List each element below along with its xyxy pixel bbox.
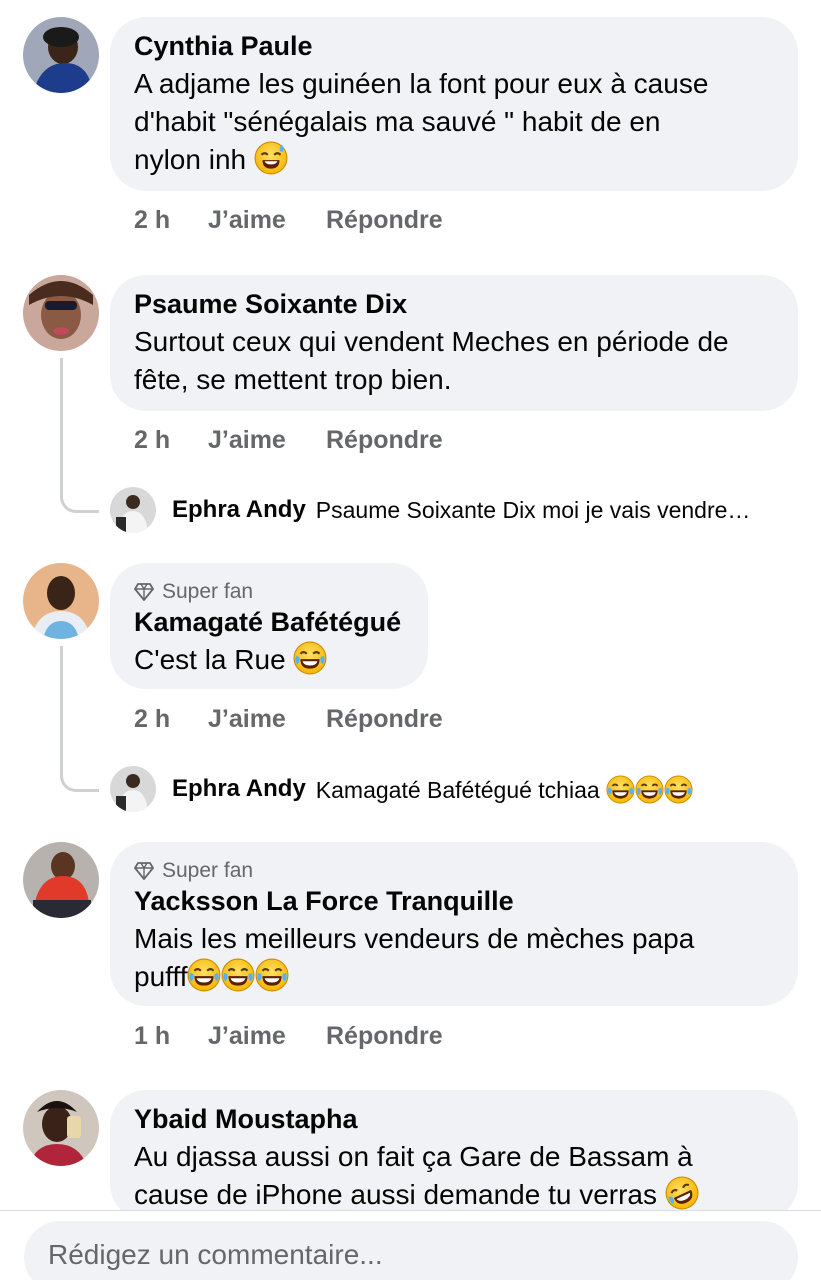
profile-photo-icon: [23, 17, 99, 93]
avatar[interactable]: [23, 275, 99, 351]
comment-text-line: pufff: [134, 961, 188, 992]
avatar[interactable]: [23, 17, 99, 93]
super-fan-badge: Super fan: [134, 858, 774, 884]
thread-line: [60, 358, 99, 513]
comment-text-content: C'est la Rue: [134, 644, 286, 675]
reply-preview[interactable]: Ephra Andy Kamagaté Bafétégué tchiaa: [110, 766, 694, 812]
badge-label: Super fan: [162, 859, 254, 882]
reply-button[interactable]: Répondre: [326, 1019, 443, 1053]
comment-input-placeholder: Rédigez un commentaire...: [48, 1239, 383, 1270]
like-button[interactable]: J’aime: [208, 423, 326, 457]
comment-input[interactable]: Rédigez un commentaire...: [24, 1221, 798, 1280]
reply-text-content: Kamagaté Bafétégué tchiaa: [315, 776, 600, 803]
comment-text: Surtout ceux qui vendent Meches en pério…: [134, 326, 729, 395]
comment-author[interactable]: Cynthia Paule: [134, 29, 774, 63]
comment-text: C'est la Rue: [134, 641, 404, 679]
sweat-smile-emoji-icon: [253, 141, 288, 175]
reply-preview[interactable]: Ephra Andy Psaume Soixante Dix moi je va…: [110, 487, 750, 533]
diamond-icon: [134, 583, 154, 601]
like-button[interactable]: J’aime: [208, 1019, 326, 1053]
comment-actions: 2 h J’aime Répondre: [134, 203, 443, 237]
comment-time[interactable]: 2 h: [134, 423, 208, 457]
tears-of-joy-emoji-icon: [187, 958, 222, 992]
profile-photo-icon: [110, 487, 156, 533]
comment-author[interactable]: Ybaid Moustapha: [134, 1102, 774, 1136]
profile-photo-icon: [23, 275, 99, 351]
like-button[interactable]: J’aime: [208, 203, 326, 237]
comment-bubble: Ybaid Moustapha Au djassa aussi on fait …: [110, 1090, 798, 1220]
tears-of-joy-emoji-icon: [255, 958, 290, 992]
comment-actions: 1 h J’aime Répondre: [134, 1019, 443, 1053]
comment-bubble: Cynthia Paule A adjame les guinéen la fo…: [110, 17, 798, 191]
tears-of-joy-emoji-icon: [635, 774, 665, 804]
like-button[interactable]: J’aime: [208, 702, 326, 736]
avatar[interactable]: [23, 842, 99, 918]
reply-author[interactable]: Ephra Andy: [172, 775, 306, 803]
comment-author[interactable]: Psaume Soixante Dix: [134, 287, 774, 321]
profile-photo-icon: [110, 766, 156, 812]
rofl-emoji-icon: [664, 1176, 699, 1210]
tears-of-joy-emoji-icon: [221, 958, 256, 992]
reply-button[interactable]: Répondre: [326, 702, 443, 736]
avatar[interactable]: [23, 1090, 99, 1166]
super-fan-badge: Super fan: [134, 579, 404, 605]
avatar[interactable]: [110, 487, 156, 533]
comment-time[interactable]: 2 h: [134, 702, 208, 736]
badge-label: Super fan: [162, 580, 254, 603]
reply-author[interactable]: Ephra Andy: [172, 496, 306, 524]
comment-text-line: Mais les meilleurs vendeurs de mèches pa…: [134, 923, 695, 954]
diamond-icon: [134, 862, 154, 880]
reply-button[interactable]: Répondre: [326, 203, 443, 237]
comment-text: Mais les meilleurs vendeurs de mèches pa…: [134, 920, 774, 996]
reply-text: Kamagaté Bafétégué tchiaa: [315, 774, 694, 804]
reply-button[interactable]: Répondre: [326, 423, 443, 457]
comment-time[interactable]: 2 h: [134, 203, 208, 237]
tears-of-joy-emoji-icon: [664, 774, 694, 804]
comment-text: Au djassa aussi on fait ça Gare de Bassa…: [134, 1138, 774, 1214]
comment-time[interactable]: 1 h: [134, 1019, 208, 1053]
comment-text-content: A adjame les guinéen la font pour eux à …: [134, 68, 709, 175]
comment-text-line: cause de iPhone aussi demande tu verras: [134, 1179, 657, 1210]
comment-author[interactable]: Yacksson La Force Tranquille: [134, 884, 774, 918]
reply-text: Psaume Soixante Dix moi je vais vendre…: [315, 496, 751, 523]
comment-author[interactable]: Kamagaté Bafétégué: [134, 605, 404, 639]
comment-actions: 2 h J’aime Répondre: [134, 702, 443, 736]
avatar[interactable]: [110, 766, 156, 812]
profile-photo-icon: [23, 563, 99, 639]
tears-of-joy-emoji-icon: [606, 774, 636, 804]
comment-actions: 2 h J’aime Répondre: [134, 423, 443, 457]
comment-text: A adjame les guinéen la font pour eux à …: [134, 65, 774, 179]
comment-text-line: Au djassa aussi on fait ça Gare de Bassa…: [134, 1141, 693, 1172]
thread-line: [60, 646, 99, 792]
avatar[interactable]: [23, 563, 99, 639]
tears-of-joy-emoji-icon: [293, 641, 328, 675]
profile-photo-icon: [23, 842, 99, 918]
comment-bubble: Psaume Soixante Dix Surtout ceux qui ven…: [110, 275, 798, 411]
profile-photo-icon: [23, 1090, 99, 1166]
comment-bubble: Super fan Kamagaté Bafétégué C'est la Ru…: [110, 563, 428, 689]
comment-bubble: Super fan Yacksson La Force Tranquille M…: [110, 842, 798, 1006]
